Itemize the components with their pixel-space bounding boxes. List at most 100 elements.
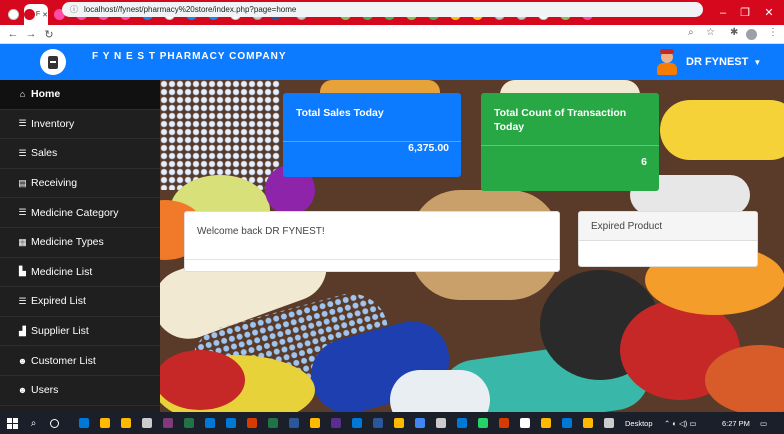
desktop-label[interactable]: Desktop	[625, 419, 653, 428]
panel-divider	[185, 259, 559, 260]
reload-icon[interactable]: ↻	[40, 28, 58, 41]
taskbar-app-icon[interactable]	[535, 412, 556, 434]
tab-title: F	[35, 11, 41, 18]
sidebar-item-users[interactable]: ☻ Users	[0, 376, 160, 406]
sidebar-item-label: Expired List	[31, 295, 86, 308]
pharmacy-logo-icon	[40, 49, 66, 75]
sidebar-item-label: Inventory	[31, 117, 75, 130]
clock-time[interactable]: 6:27 PM	[722, 419, 750, 428]
sidebar-item-label: Home	[31, 88, 61, 101]
sidebar-item-label: Customer List	[31, 354, 96, 367]
expired-product-panel: Expired Product	[578, 211, 758, 267]
taskbar-app-icon[interactable]	[556, 412, 577, 434]
truck-icon: ▟	[19, 325, 26, 336]
taskbar-app-icon[interactable]	[430, 412, 451, 434]
card-divider	[481, 145, 659, 146]
list-icon: ☰	[18, 207, 27, 218]
sidebar-item-label: Medicine Types	[31, 236, 104, 249]
sidebar-item-customer-list[interactable]: ☻ Customer List	[0, 346, 160, 376]
users-icon: ☻	[17, 385, 28, 396]
sidebar-item-supplier-list[interactable]: ▟ Supplier List	[0, 317, 160, 347]
windows-taskbar: ⌕ Desktop ⌃ ◐ ◁) ▭ 6:27 PM ▭	[0, 412, 784, 434]
address-bar-row: ← → ↻	[0, 25, 784, 44]
cubes-icon: ▙	[19, 266, 26, 277]
taskbar-app-icon[interactable]	[241, 412, 262, 434]
taskbar-app-icon[interactable]	[136, 412, 157, 434]
transaction-count-title: Total Count of Transaction Today	[494, 107, 627, 133]
sidebar-item-inventory[interactable]: ☰ Inventory	[0, 110, 160, 140]
taskbar-app-icon[interactable]	[493, 412, 514, 434]
main-content: Total Sales Today 6,375.00 Total Count o…	[160, 80, 784, 412]
taskbar-app-icon[interactable]	[367, 412, 388, 434]
taskbar-app-icon[interactable]	[94, 412, 115, 434]
info-icon[interactable]: ⓘ	[70, 4, 78, 15]
company-title: F Y N E S T PHARMACY COMPANY	[92, 51, 287, 62]
transaction-count-value: 6	[641, 156, 647, 168]
taskbar-app-icon[interactable]	[115, 412, 136, 434]
sidebar-item-label: Receiving	[31, 177, 78, 190]
taskbar-app-icon[interactable]	[262, 412, 283, 434]
taskbar-app-icon[interactable]	[304, 412, 325, 434]
browser-tab-active[interactable]: F ✕	[24, 4, 48, 25]
browser-tab[interactable]	[2, 4, 24, 25]
taskbar-app-icon[interactable]	[346, 412, 367, 434]
menu-kebab-icon[interactable]: ⋮	[768, 27, 778, 38]
forward-icon[interactable]: →	[22, 28, 40, 40]
user-name: DR FYNEST	[686, 56, 749, 68]
welcome-panel: Welcome back DR FYNEST!	[184, 211, 560, 272]
taskbar-app-icon[interactable]	[409, 412, 430, 434]
sidebar-item-medicine-list[interactable]: ▙ Medicine List	[0, 258, 160, 288]
taskbar-app-icon[interactable]	[325, 412, 346, 434]
taskbar-app-icon[interactable]	[451, 412, 472, 434]
transaction-count-card: Total Count of Transaction Today 6	[481, 93, 659, 191]
total-sales-title: Total Sales Today	[296, 107, 384, 119]
tab-favicon-icon	[24, 9, 35, 20]
task-view-icon[interactable]	[44, 412, 65, 434]
taskbar-apps	[73, 412, 619, 434]
taskbar-app-icon[interactable]	[220, 412, 241, 434]
taskbar-app-icon[interactable]	[199, 412, 220, 434]
notification-icon[interactable]: ▭	[760, 419, 767, 428]
tab-favicon-icon	[7, 9, 19, 20]
windows-start-icon[interactable]	[2, 412, 23, 434]
url-field[interactable]: ⓘ localhost//fynest/pharmacy%20store/ind…	[62, 2, 703, 17]
user-menu-toggle[interactable]: DR FYNEST ▼	[654, 49, 761, 75]
sidebar-item-expired-list[interactable]: ☰ Expired List	[0, 287, 160, 317]
taskbar-app-icon[interactable]	[157, 412, 178, 434]
sidebar-item-receiving[interactable]: ▤ Receiving	[0, 169, 160, 199]
caret-down-icon: ▼	[753, 57, 762, 67]
maximize-button[interactable]: ❐	[732, 0, 758, 25]
extensions-icon[interactable]: ✱	[730, 27, 738, 38]
back-icon[interactable]: ←	[4, 28, 22, 40]
tray-icons[interactable]: ⌃ ◐ ◁) ▭	[664, 419, 696, 428]
profile-avatar-icon[interactable]	[746, 29, 757, 40]
url-text: localhost//fynest/pharmacy%20store/index…	[84, 5, 297, 14]
taskbar-app-icon[interactable]	[388, 412, 409, 434]
taskbar-app-icon[interactable]	[514, 412, 535, 434]
sidebar-item-label: Sales	[31, 147, 58, 160]
list-icon: ☰	[18, 295, 27, 306]
expired-panel-header: Expired Product	[579, 212, 757, 241]
close-window-button[interactable]: ✕	[756, 0, 782, 25]
sidebar-item-label: Users	[31, 384, 59, 397]
sidebar-item-sales[interactable]: ☰ Sales	[0, 139, 160, 169]
list-icon: ☰	[18, 118, 27, 129]
taskbar-app-icon[interactable]	[472, 412, 493, 434]
total-sales-card: Total Sales Today 6,375.00	[283, 93, 461, 177]
zoom-icon[interactable]: ⌕	[688, 27, 694, 38]
taskbar-app-icon[interactable]	[577, 412, 598, 434]
sidebar-item-medicine-types[interactable]: ▦ Medicine Types	[0, 228, 160, 258]
users-icon: ☻	[17, 355, 28, 366]
sidebar-item-home[interactable]: ⌂ Home	[0, 80, 160, 110]
sidebar-item-label: Supplier List	[31, 325, 89, 338]
sidebar-item-medicine-category[interactable]: ☰ Medicine Category	[0, 198, 160, 228]
bookmark-star-icon[interactable]: ☆	[706, 27, 715, 38]
taskbar-app-icon[interactable]	[73, 412, 94, 434]
sidebar-item-label: Medicine Category	[31, 206, 119, 219]
sidebar: ⌂ Home ☰ Inventory ☰ Sales ▤ Receiving ☰ Medicine…	[0, 80, 160, 412]
expired-product-title: Expired Product	[591, 221, 663, 232]
search-icon[interactable]: ⌕	[23, 412, 44, 434]
taskbar-app-icon[interactable]	[178, 412, 199, 434]
taskbar-app-icon[interactable]	[598, 412, 619, 434]
taskbar-app-icon[interactable]	[283, 412, 304, 434]
